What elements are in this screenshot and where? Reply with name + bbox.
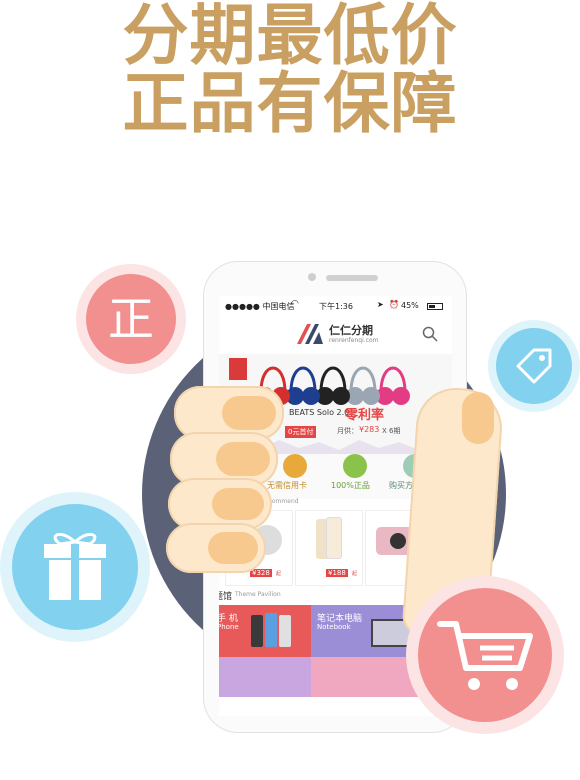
fingernail-3 [212, 488, 264, 520]
phone-thumb [265, 613, 277, 647]
fingernail-1 [222, 396, 276, 430]
phone-thumb [251, 615, 263, 647]
tile-label-en: Notebook [317, 623, 351, 631]
tile-bottom-left [219, 657, 311, 697]
camera-lens [390, 533, 406, 549]
thumbs-up-icon [343, 454, 367, 478]
store-badge [229, 358, 247, 380]
phone-thumb [326, 517, 342, 559]
feature-authentic[interactable]: 100%正品 [327, 454, 383, 499]
clock-label: 下午1:36 [319, 302, 353, 311]
phone-speaker [326, 275, 378, 281]
fingernail-2 [216, 442, 270, 476]
tag-badge [496, 328, 572, 404]
brand-logo-icon [297, 324, 323, 344]
credit-card-icon [283, 454, 307, 478]
alarm-icon: ⏰ [389, 300, 399, 309]
tile-phone[interactable]: 手 机 Phone [219, 605, 311, 657]
headline-line-1: 分期最低价 [122, 0, 458, 74]
brand-url: renrenfenqi.com [329, 337, 379, 344]
location-icon: ➤ [377, 300, 384, 309]
price-tag-icon [516, 348, 552, 384]
recommend-suffix: 起 [276, 571, 282, 577]
phone-thumb [279, 615, 291, 647]
feature-label: 无需信用卡 [267, 481, 307, 490]
banner-promo: 零利率 [345, 408, 385, 423]
recommend-price: ¥328 [250, 569, 272, 577]
headline-line-2: 正品有保障 [122, 65, 458, 142]
fingernail-4 [208, 532, 258, 564]
phone-camera [308, 273, 316, 281]
search-icon[interactable] [422, 326, 438, 342]
authentic-badge: 正 [86, 274, 176, 364]
monthly-suffix: X 6期 [382, 427, 401, 435]
battery-percent: 45% [401, 301, 419, 310]
pavilion-subtitle: Theme Pavilion [235, 591, 281, 598]
battery-icon [427, 303, 443, 310]
authentic-char: 正 [108, 292, 154, 346]
thumbnail [462, 392, 494, 444]
recommend-suffix: 起 [352, 571, 358, 577]
brand-name: 仁仁分期 [329, 324, 373, 337]
tile-label-en: Phone [219, 623, 239, 631]
recommend-price: ¥188 [326, 569, 348, 577]
gift-icon [44, 532, 106, 600]
wifi-icon: ◠ [291, 299, 299, 309]
carrier-label: ●●●●● 中国电信 [225, 302, 295, 311]
app-header: 仁仁分期 renrenfenqi.com [219, 316, 452, 355]
cart-badge [418, 588, 552, 722]
recommend-item[interactable]: ¥188 起 [295, 510, 363, 586]
gift-badge [12, 504, 138, 630]
banner-product-name: BEATS Solo 2.0 [289, 408, 350, 417]
monthly-prefix: 月供： [337, 427, 358, 435]
status-bar: ●●●●● 中国电信 ◠ 下午1:36 ➤ ⏰ 45% [219, 296, 452, 316]
feature-label: 100%正品 [331, 481, 370, 490]
pavilion-title: 主题馆 [219, 592, 233, 602]
shopping-cart-icon [437, 621, 533, 690]
monthly-amount: ¥283 [359, 425, 380, 434]
